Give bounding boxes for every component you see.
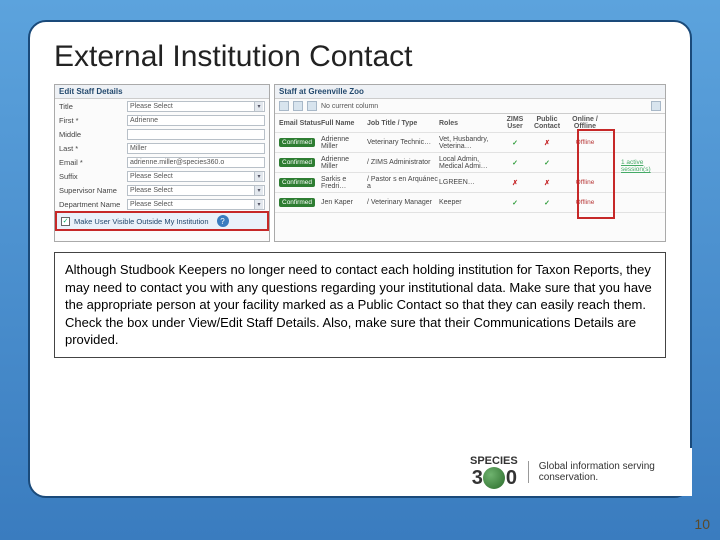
explanatory-note: Although Studbook Keepers no longer need…: [54, 252, 666, 358]
cell-roles: Keeper: [439, 199, 501, 206]
chevron-down-icon[interactable]: ▾: [254, 172, 263, 181]
cell-title: Veterinary Technic…: [367, 139, 439, 146]
logo-text-species: SPECIES: [470, 455, 518, 467]
cell-name: Jen Kaper: [321, 199, 367, 206]
staff-grid-panel: Staff at Greenville Zoo No current colum…: [274, 84, 666, 242]
export-icon[interactable]: [307, 101, 317, 111]
logo-mark: SPECIES 3 0: [470, 455, 518, 490]
page-title: External Institution Contact: [54, 40, 666, 74]
status-badge: Confirmed: [279, 198, 315, 207]
field-last: Last * Miller: [55, 141, 269, 155]
field-first: First * Adrienne: [55, 113, 269, 127]
offline-icon: Offline: [565, 179, 605, 186]
active-session-link[interactable]: 1 active session(s): [621, 159, 661, 173]
offline-icon: Offline: [565, 139, 605, 146]
chevron-down-icon[interactable]: ▾: [254, 186, 263, 195]
grid-header-row: Email Status Full Name Job Title / Type …: [275, 114, 665, 133]
field-suffix: Suffix Please Select▾: [55, 169, 269, 183]
staff-grid-header: Staff at Greenville Zoo: [275, 85, 665, 99]
table-row[interactable]: Confirmed Sarkis e Fredri… / Pastor s en…: [275, 173, 665, 193]
col-zims: ZIMS User: [501, 116, 529, 130]
status-badge: Confirmed: [279, 158, 315, 167]
cell-roles: Local Admin, Medical Admi…: [439, 156, 501, 170]
col-onoff: Online / Offline: [565, 116, 605, 130]
public-visibility-label: Make User Visible Outside My Institution: [74, 217, 209, 226]
check-icon: ✓: [501, 199, 529, 207]
screenshot-row: Edit Staff Details Title Please Select▾ …: [54, 84, 666, 242]
label-first: First *: [59, 116, 127, 125]
slide-stage: External Institution Contact Edit Staff …: [0, 0, 720, 540]
edit-staff-header: Edit Staff Details: [55, 85, 269, 99]
cell-name: Sarkis e Fredri…: [321, 176, 367, 190]
cell-title: / Pastor s en Arquánec a: [367, 176, 439, 190]
refresh-icon[interactable]: [293, 101, 303, 111]
table-row[interactable]: Confirmed Adrienne Miller Veterinary Tec…: [275, 133, 665, 153]
check-icon: ✓: [529, 199, 565, 207]
status-badge: Confirmed: [279, 138, 315, 147]
label-last: Last *: [59, 144, 127, 153]
select-title[interactable]: Please Select▾: [127, 101, 265, 112]
offline-icon: Offline: [565, 199, 605, 206]
field-department: Department Name Please Select▾: [55, 197, 269, 211]
col-roles: Roles: [439, 120, 501, 127]
x-icon: ✗: [529, 179, 565, 187]
field-supervisor: Supervisor Name Please Select▾: [55, 183, 269, 197]
col-status: Email Status: [279, 120, 321, 127]
col-title: Job Title / Type: [367, 120, 439, 127]
select-supervisor[interactable]: Please Select▾: [127, 185, 265, 196]
public-visibility-row: ✓ Make User Visible Outside My Instituti…: [55, 211, 269, 231]
field-middle: Middle: [55, 127, 269, 141]
input-middle[interactable]: [127, 129, 265, 140]
grid-toolbar: No current column: [275, 99, 665, 114]
logo-text-360: 3 0: [472, 467, 516, 490]
cell-roles: Vet, Husbandry, Veterina…: [439, 136, 501, 150]
label-suffix: Suffix: [59, 172, 127, 181]
label-email: Email *: [59, 158, 127, 167]
select-suffix[interactable]: Please Select▾: [127, 171, 265, 182]
field-title: Title Please Select▾: [55, 99, 269, 113]
edit-staff-panel: Edit Staff Details Title Please Select▾ …: [54, 84, 270, 242]
status-badge: Confirmed: [279, 178, 315, 187]
x-icon: ✗: [501, 179, 529, 187]
label-department: Department Name: [59, 200, 127, 209]
check-icon: ✓: [529, 159, 565, 167]
cell-name: Adrienne Miller: [321, 136, 367, 150]
col-pub: Public Contact: [529, 116, 565, 130]
logo-tagline: Global information serving conservation.: [528, 461, 684, 483]
input-first[interactable]: Adrienne: [127, 115, 265, 126]
page-number: 10: [694, 516, 710, 532]
help-icon[interactable]: ?: [217, 215, 229, 227]
species360-logo: SPECIES 3 0 Global information serving c…: [462, 448, 692, 496]
slide-card: External Institution Contact Edit Staff …: [28, 20, 692, 498]
cell-roles: LGREEN…: [439, 179, 501, 186]
label-supervisor: Supervisor Name: [59, 186, 127, 195]
cell-title: / Veterinary Manager: [367, 199, 439, 206]
x-icon: ✗: [529, 139, 565, 147]
add-icon[interactable]: [279, 101, 289, 111]
select-department[interactable]: Please Select▾: [127, 199, 265, 210]
public-visibility-checkbox[interactable]: ✓: [61, 217, 70, 226]
table-row[interactable]: Confirmed Adrienne Miller / ZIMS Adminis…: [275, 153, 665, 173]
globe-icon: [483, 467, 505, 489]
cell-title: / ZIMS Administrator: [367, 159, 439, 166]
input-email[interactable]: adrienne.miller@species360.o: [127, 157, 265, 168]
input-last[interactable]: Miller: [127, 143, 265, 154]
check-icon: ✓: [501, 159, 529, 167]
field-email: Email * adrienne.miller@species360.o: [55, 155, 269, 169]
toolbar-note: No current column: [321, 103, 378, 110]
col-name: Full Name: [321, 120, 367, 127]
table-row[interactable]: Confirmed Jen Kaper / Veterinary Manager…: [275, 193, 665, 213]
gear-icon[interactable]: [651, 101, 661, 111]
label-middle: Middle: [59, 130, 127, 139]
chevron-down-icon[interactable]: ▾: [254, 200, 263, 209]
cell-name: Adrienne Miller: [321, 156, 367, 170]
chevron-down-icon[interactable]: ▾: [254, 102, 263, 111]
label-title: Title: [59, 102, 127, 111]
check-icon: ✓: [501, 139, 529, 147]
